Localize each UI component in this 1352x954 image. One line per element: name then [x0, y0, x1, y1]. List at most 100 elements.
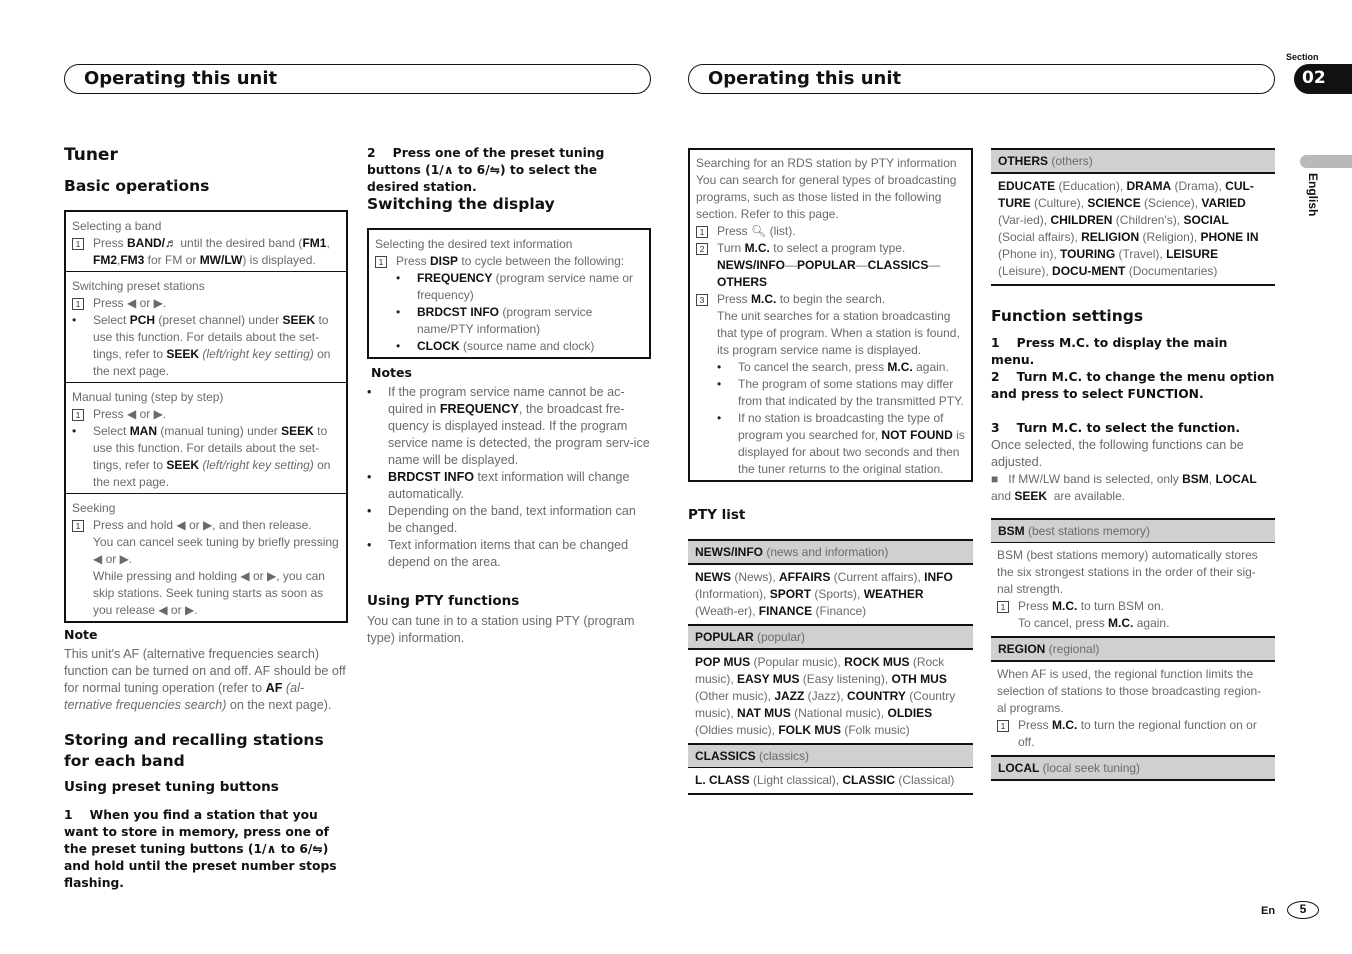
bullet-icon: •	[72, 313, 77, 327]
text-info-section: Selecting the desired text information 1…	[369, 230, 649, 357]
function-local-header: LOCAL (local seek tuning)	[991, 755, 1275, 781]
bullet-icon: •	[367, 385, 372, 399]
recall-step-2: 2 Press one of the preset tuning buttons…	[367, 146, 605, 194]
step-number-icon: 1	[72, 238, 84, 250]
preset-buttons-heading: Using preset tuning buttons	[64, 779, 279, 795]
mwlw-note: ■ If MW/LW band is selected, only BSM, L…	[991, 472, 1257, 503]
pty-group-body: NEWS (News), AFFAIRS (Current affairs), …	[695, 570, 953, 618]
note-item: BRDCST INFO text information will change…	[388, 470, 630, 501]
step-number-icon: 1	[72, 520, 84, 532]
step-number-icon: 1	[696, 226, 708, 238]
step-number-icon: 1	[72, 409, 84, 421]
step-text: Press M.C. to turn BSM on.	[1018, 599, 1165, 613]
pty-group-header: CLASSICS (classics)	[688, 743, 973, 768]
function-region-header: REGION (regional)	[991, 636, 1275, 662]
bullet-text: If no station is broadcasting the type o…	[738, 411, 965, 476]
bullet-icon: •	[396, 339, 401, 353]
display-option-frequency: FREQUENCY (program service name or frequ…	[417, 271, 634, 302]
bullet-text: To cancel the search, press M.C. again.	[738, 360, 949, 374]
pty-list-table: NEWS/INFO (news and information) NEWS (N…	[688, 539, 973, 795]
footer-language: En	[1261, 905, 1276, 917]
pty-others-table: OTHERS (others) EDUCATE (Education), DRA…	[991, 148, 1275, 286]
step-text: Turn M.C. to select a program type.	[717, 241, 906, 255]
section-title: Selecting a band	[72, 219, 162, 233]
basic-operations-box: Selecting a band 1 Press BAND/♬ until the…	[64, 210, 348, 623]
function-region-body: When AF is used, the regional function l…	[991, 662, 1275, 755]
section-title: Switching preset stations	[72, 279, 205, 293]
note-item: Depending on the band, text information …	[388, 504, 636, 535]
function-bsm-body: BSM (best stations memory) automatically…	[991, 543, 1275, 636]
pty-group-header: OTHERS (others)	[991, 148, 1275, 174]
left-header-bar: Operating this unit	[64, 64, 651, 94]
pty-search-section: Searching for an RDS station by PTY info…	[690, 150, 971, 480]
seek-cancel-text: You can cancel seek tuning by briefly pr…	[93, 535, 339, 566]
notes-heading: Notes	[371, 365, 412, 380]
pty-group-body: EDUCATE (Education), DRAMA (Drama), CUL-…	[991, 174, 1275, 286]
function-table: BSM (best stations memory) BSM (best sta…	[991, 518, 1275, 781]
step-extra: To cancel, press M.C. again.	[1018, 616, 1170, 630]
pty-search-box: Searching for an RDS station by PTY info…	[688, 148, 973, 482]
pty-group-body: L. CLASS (Light classical), CLASSIC (Cla…	[688, 768, 973, 795]
program-type-options: NEWS/INFO—POPULAR—CLASSICS—OTHERS	[717, 258, 941, 289]
pty-group-body: POP MUS (Popular music), ROCK MUS (Rock …	[695, 655, 956, 737]
bullet-icon: •	[367, 538, 372, 552]
tuner-title: Tuner	[64, 145, 118, 165]
bullet-icon: •	[367, 470, 372, 484]
notes-list: • If the program service name cannot be a…	[367, 384, 653, 571]
step-text: Press and hold ◀ or ▶, and then release.	[93, 518, 312, 532]
page-number: 5	[1287, 901, 1319, 919]
note-item: Text information items that can be chang…	[388, 538, 629, 569]
pty-group-header: NEWS/INFO (news and information)	[688, 539, 973, 565]
function-step-2: 2 Turn M.C. to change the menu option an…	[991, 370, 1275, 401]
left-header-title: Operating this unit	[84, 68, 278, 89]
section-label: Section	[1286, 52, 1319, 62]
pty-group-header: POPULAR (popular)	[688, 624, 973, 650]
display-box: Selecting the desired text information 1…	[367, 228, 651, 359]
step-text: Press M.C. to turn the regional function…	[1018, 718, 1257, 749]
section-title: Selecting the desired text information	[375, 237, 573, 251]
note-text: This unit's AF (alternative frequencies …	[64, 647, 346, 712]
seek-skip-text: While pressing and holding ◀ or ▶, you c…	[93, 569, 325, 617]
section-title: Manual tuning (step by step)	[72, 390, 224, 404]
function-step-3-text: Once selected, the following functions c…	[991, 438, 1244, 469]
switch-preset-section: Switching preset stations 1 Press ◀ or ▶.…	[66, 271, 346, 382]
storing-heading: Storing and recalling stations for each …	[64, 731, 324, 770]
function-desc: When AF is used, the regional function l…	[997, 667, 1262, 715]
step-number-icon: 1	[997, 720, 1009, 732]
display-option-brdcst-info: BRDCST INFO (program service name/PTY in…	[417, 305, 593, 336]
select-band-section: Selecting a band 1 Press BAND/♬ until the…	[66, 212, 346, 271]
step-text: Press ◀ or ▶.	[93, 296, 167, 310]
bullet-text: Select PCH (preset channel) under SEEK t…	[93, 313, 331, 378]
bullet-icon: •	[717, 411, 722, 425]
section-title: Seeking	[72, 501, 116, 515]
store-step-1: 1 When you find a station that you want …	[64, 808, 337, 890]
step-number-icon: 2	[696, 243, 708, 255]
function-settings-heading: Function settings	[991, 307, 1144, 325]
bullet-text: Select MAN (manual tuning) under SEEK to…	[93, 424, 331, 489]
section-title: Searching for an RDS station by PTY info…	[696, 156, 957, 170]
manual-tuning-section: Manual tuning (step by step) 1 Press ◀ or…	[66, 382, 346, 493]
note-heading: Note	[64, 627, 98, 642]
seeking-section: Seeking 1 Press and hold ◀ or ▶, and then…	[66, 493, 346, 621]
step-text: Press BAND/♬ until the desired band (FM1…	[93, 236, 330, 267]
pty-list-heading: PTY list	[688, 507, 746, 523]
section-number-tab: 02	[1294, 64, 1352, 94]
step-number-icon: 1	[72, 298, 84, 310]
right-header-bar: Operating this unit	[688, 64, 1275, 94]
step-number-icon: 1	[375, 256, 387, 268]
bullet-icon: •	[396, 305, 401, 319]
bullet-icon: •	[717, 360, 722, 374]
switching-display-heading: Switching the display	[367, 195, 555, 213]
bullet-icon: •	[396, 271, 401, 285]
step-text: Press ◀ or ▶.	[93, 407, 167, 421]
bullet-text: The program of some stations may differ …	[738, 377, 964, 408]
bullet-icon: •	[367, 504, 372, 518]
search-description: The unit searches for a station broadcas…	[717, 309, 960, 357]
language-label: English	[1306, 173, 1320, 217]
function-step-1: 1 Press M.C. to display the main menu.	[991, 336, 1228, 367]
step-text: Press DISP to cycle between the followin…	[396, 254, 625, 268]
note-item: If the program service name cannot be ac…	[388, 385, 650, 467]
step-text: Press 🔍︎ (list).	[717, 224, 796, 238]
pty-intro-text: You can tune in to a station using PTY (…	[367, 614, 635, 645]
display-option-clock: CLOCK (source name and clock)	[417, 339, 595, 353]
